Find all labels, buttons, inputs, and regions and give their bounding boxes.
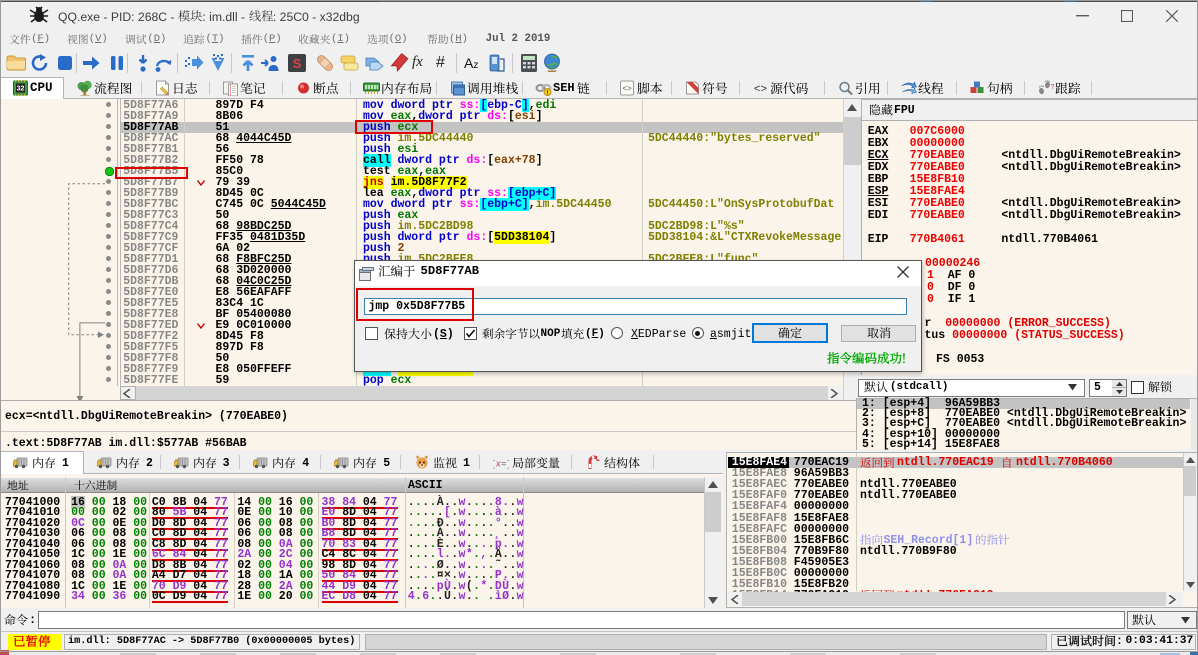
svg-text:S: S — [293, 56, 302, 71]
svg-text:!: ! — [547, 91, 549, 97]
svg-text:[x=]: [x=] — [493, 460, 509, 470]
svg-text:<>: <> — [622, 85, 632, 94]
svg-text:?: ? — [1050, 84, 1054, 91]
svg-text:32: 32 — [17, 86, 25, 93]
svg-text:<>: <> — [754, 84, 767, 96]
